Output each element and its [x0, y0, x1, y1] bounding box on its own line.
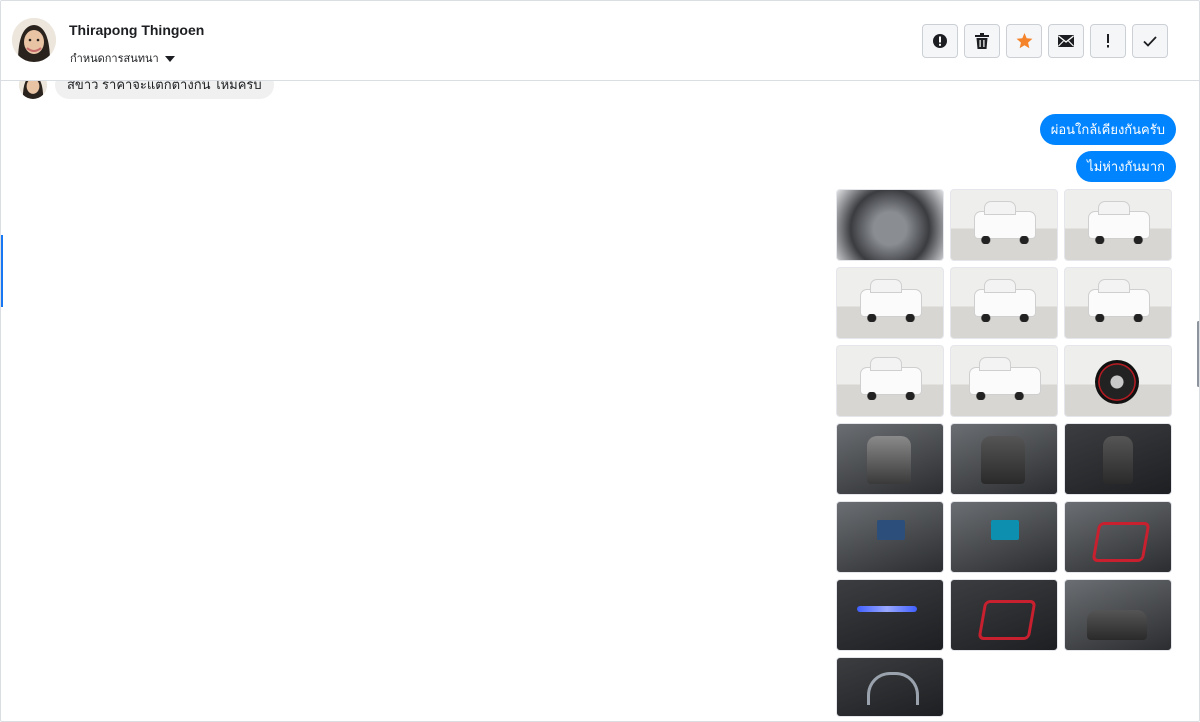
photo-thumbnail[interactable] — [1064, 501, 1172, 573]
photo-thumbnail[interactable] — [836, 423, 944, 495]
alert-circle-icon — [933, 34, 947, 48]
star-icon — [1016, 33, 1032, 49]
star-button[interactable] — [1006, 24, 1042, 58]
photo-thumbnail[interactable] — [950, 501, 1058, 573]
left-edge-indicator — [1, 235, 3, 307]
spam-button[interactable] — [922, 24, 958, 58]
photo-thumbnail[interactable] — [950, 189, 1058, 261]
photo-thumbnail[interactable] — [1064, 345, 1172, 417]
photo-thumbnail[interactable] — [950, 579, 1058, 651]
header-actions — [922, 24, 1168, 58]
contact-avatar[interactable] — [12, 18, 56, 62]
photo-thumbnail[interactable] — [950, 423, 1058, 495]
stage-label: กำหนดการสนทนา — [70, 53, 159, 65]
photo-thumbnail[interactable] — [836, 657, 944, 717]
photo-thumbnail[interactable] — [1064, 579, 1172, 651]
contact-name[interactable]: Thirapong Thingoen — [69, 22, 204, 38]
photo-thumbnail[interactable] — [836, 267, 944, 339]
conversation-stage-dropdown[interactable]: กำหนดการสนทนา — [70, 49, 175, 67]
photo-thumbnail[interactable] — [836, 501, 944, 573]
photo-thumbnail[interactable] — [1064, 267, 1172, 339]
photo-thumbnail[interactable] — [1064, 423, 1172, 495]
photo-thumbnail[interactable] — [1064, 189, 1172, 261]
conversation-header: Thirapong Thingoen กำหนดการสนทนา — [1, 1, 1199, 81]
photo-thumbnail[interactable] — [836, 189, 944, 261]
conversation-panel: Thirapong Thingoen กำหนดการสนทนา สีขาว ร… — [0, 0, 1200, 722]
done-button[interactable] — [1132, 24, 1168, 58]
photo-attachment-grid — [836, 189, 1176, 721]
important-button[interactable] — [1090, 24, 1126, 58]
photo-thumbnail[interactable] — [836, 345, 944, 417]
outgoing-message-bubble[interactable]: ผ่อนใกล้เคียงกันครับ — [1039, 114, 1176, 145]
exclamation-icon — [1107, 34, 1109, 48]
envelope-icon — [1058, 35, 1074, 47]
photo-thumbnail[interactable] — [950, 267, 1058, 339]
photo-thumbnail[interactable] — [950, 345, 1058, 417]
caret-down-icon — [164, 56, 175, 62]
delete-button[interactable] — [964, 24, 1000, 58]
trash-icon — [975, 33, 989, 49]
check-icon — [1143, 35, 1157, 47]
mark-unread-button[interactable] — [1048, 24, 1084, 58]
photo-thumbnail[interactable] — [836, 579, 944, 651]
outgoing-message-bubble[interactable]: ไม่ห่างกันมาก — [1076, 151, 1176, 182]
